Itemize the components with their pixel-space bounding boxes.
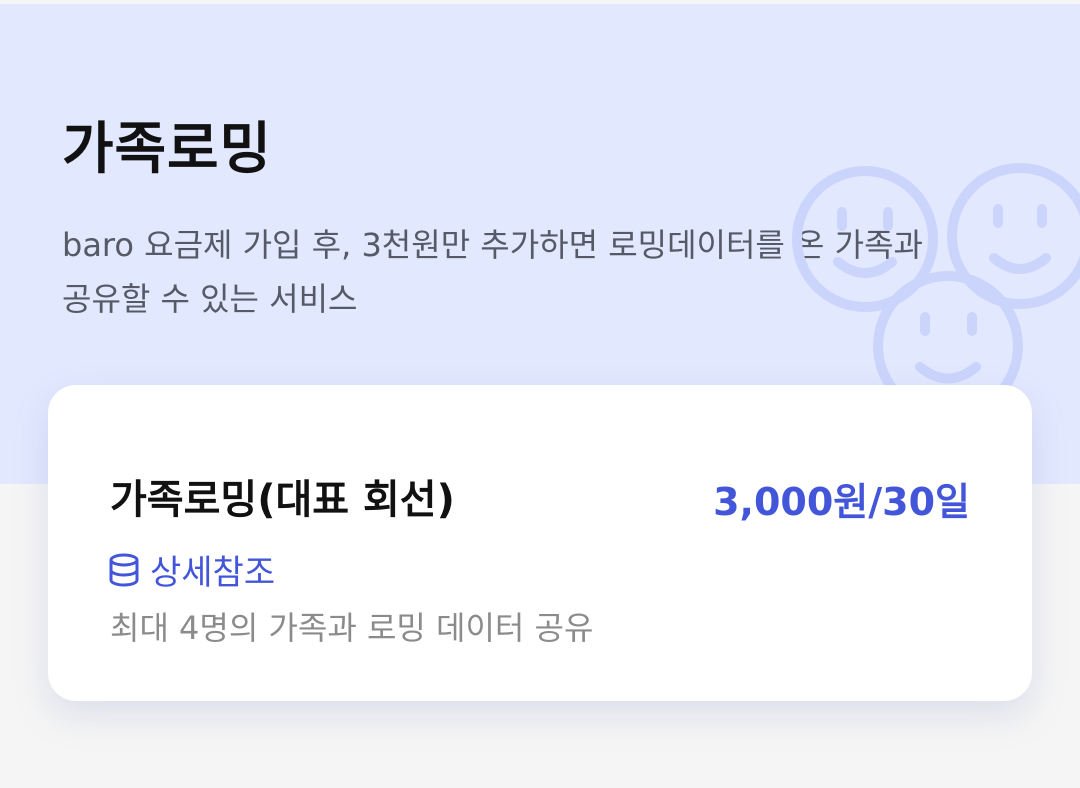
plan-name: 가족로밍(대표 회선) <box>110 477 455 523</box>
detail-link-label: 상세참조 <box>150 553 276 593</box>
database-icon <box>109 553 139 587</box>
plan-price: 3,000원/30일 <box>713 480 970 524</box>
plan-card: 가족로밍(대표 회선) 3,000원/30일 상세참조 최대 4명의 가족과 로… <box>48 385 1032 701</box>
detail-link[interactable]: 상세참조 <box>108 545 275 594</box>
plan-description: 최대 4명의 가족과 로밍 데이터 공유 <box>110 609 594 647</box>
page-title: 가족로밍 <box>62 117 273 182</box>
smiley-faces-icon <box>792 163 1080 404</box>
